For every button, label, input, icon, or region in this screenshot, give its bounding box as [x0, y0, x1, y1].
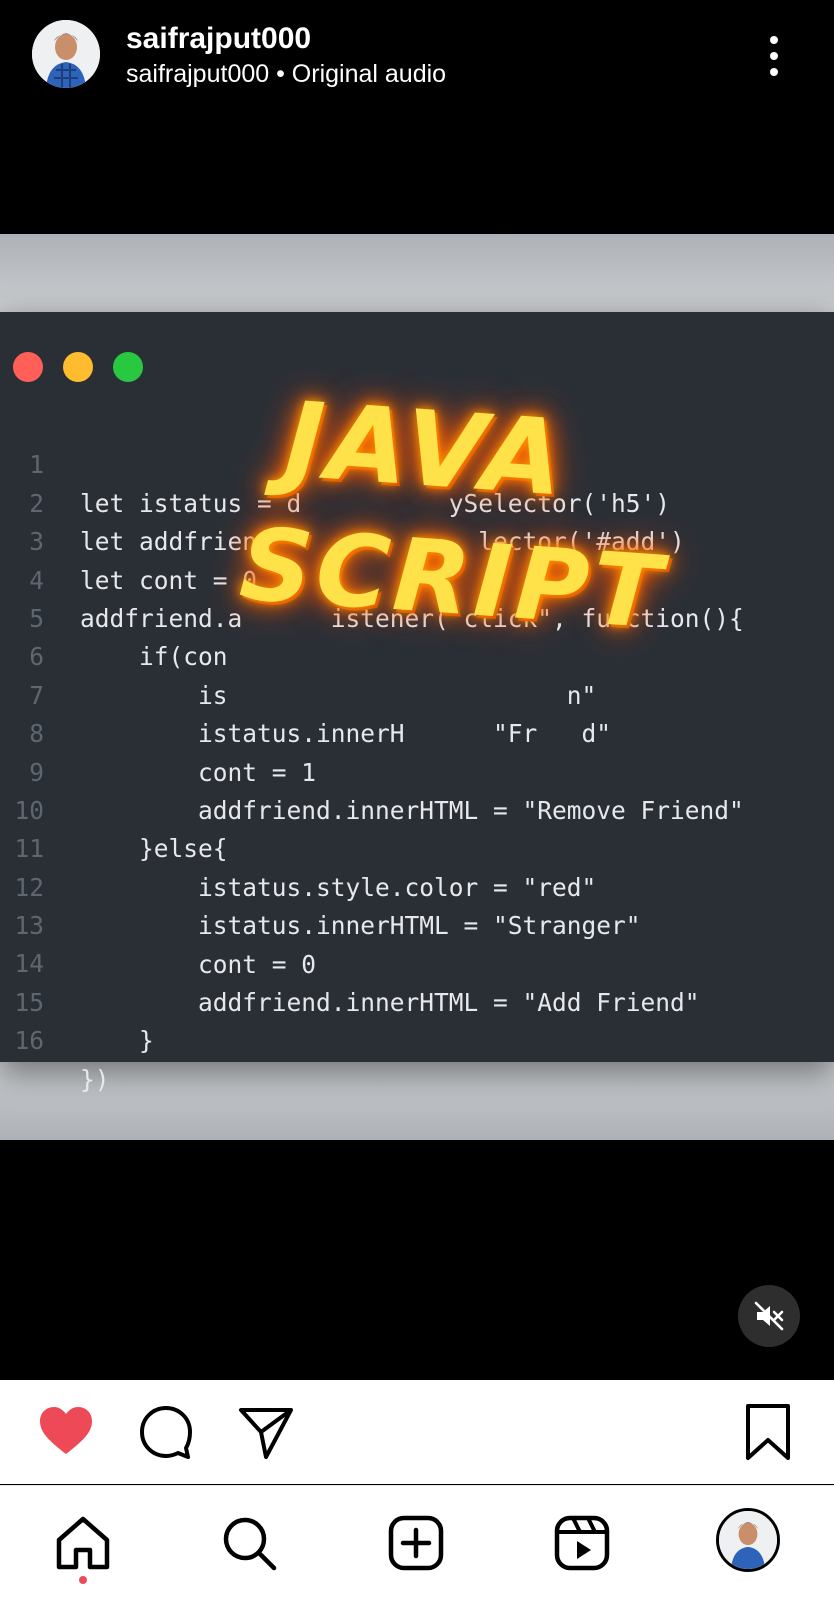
code-line: 8 cont = 1 — [0, 677, 834, 786]
code-line: 9 addfriend.innerHTML = "Remove Friend" — [0, 715, 834, 825]
code-line: 7 istatus.innerH "Fr d" — [0, 638, 834, 748]
profile-avatar[interactable] — [716, 1508, 780, 1572]
username[interactable]: saifrajput000 — [126, 22, 311, 56]
avatar[interactable] — [32, 20, 100, 88]
active-indicator-dot — [79, 1576, 87, 1584]
reels-icon[interactable] — [553, 1514, 611, 1572]
line-number: 16 — [14, 1026, 44, 1056]
speaker-muted-icon[interactable] — [738, 1285, 800, 1347]
code-line: 15 } — [0, 945, 834, 1055]
code-text: } — [80, 1026, 154, 1056]
code-line: 10 }else{ — [0, 754, 834, 863]
search-icon[interactable] — [220, 1514, 278, 1572]
code-line: 5 if(con — [0, 562, 834, 671]
code-line: 6 is n" — [0, 600, 834, 709]
code-line: 2 let addfrienc lector('#add') — [0, 446, 834, 556]
code-lines: 1 let istatus = d ySelector('h5') 2 let … — [0, 408, 834, 1093]
bookmark-icon[interactable] — [738, 1402, 798, 1462]
bottom-nav — [0, 1486, 834, 1600]
window-minimize-dot — [63, 352, 93, 382]
code-text: }) — [80, 1064, 110, 1094]
heart-icon[interactable] — [36, 1402, 96, 1462]
more-vertical-icon[interactable] — [762, 34, 786, 78]
code-window: 1 let istatus = d ySelector('h5') 2 let … — [0, 312, 834, 1094]
code-line: 16 }) — [0, 984, 834, 1093]
post-actions — [0, 1380, 834, 1484]
code-line: 3 let cont = 0 — [0, 485, 834, 594]
code-line: 12 istatus.innerHTML = "Stranger" — [0, 830, 834, 940]
code-line: 13 cont = 0 — [0, 869, 834, 978]
create-icon[interactable] — [387, 1514, 445, 1572]
send-icon[interactable] — [236, 1402, 296, 1462]
code-line: 1 let istatus = d ySelector('h5') — [0, 408, 834, 517]
home-icon[interactable] — [54, 1514, 112, 1572]
audio-subtitle[interactable]: saifrajput000 • Original audio — [126, 60, 446, 89]
window-maximize-dot — [113, 352, 143, 382]
code-line: 4 addfriend.a istener("click", function(… — [0, 523, 834, 633]
post-header: saifrajput000 saifrajput000 • Original a… — [0, 0, 834, 112]
comment-icon[interactable] — [136, 1402, 196, 1462]
window-close-dot — [13, 352, 43, 382]
code-line: 14 addfriend.innerHTML = "Add Friend" — [0, 907, 834, 1016]
code-line: 11 istatus.style.color = "red" — [0, 792, 834, 901]
